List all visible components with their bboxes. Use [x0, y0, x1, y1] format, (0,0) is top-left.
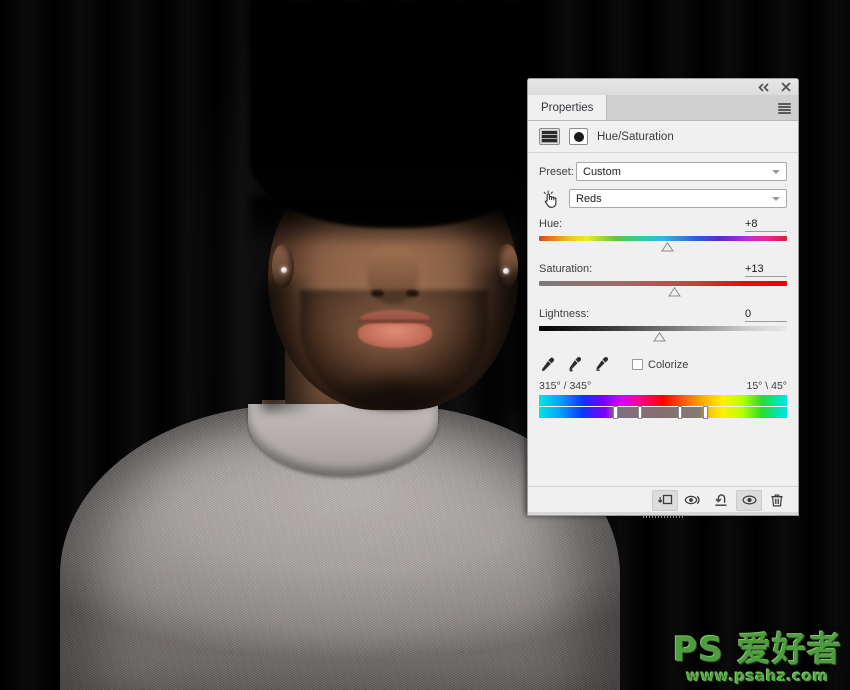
jaw-shadow-left	[262, 280, 316, 410]
mouth-line	[358, 320, 432, 323]
delete-trash-icon[interactable]	[764, 490, 790, 511]
eyedropper-plus-icon[interactable]	[566, 356, 583, 373]
earring-left	[281, 267, 287, 273]
lightness-gradient-track	[539, 326, 787, 331]
view-previous-state-icon[interactable]	[680, 490, 706, 511]
hair-and-forehead-shadow	[250, 0, 540, 228]
colorize-checkbox[interactable]: Colorize	[632, 359, 688, 371]
saturation-value[interactable]: +13	[745, 263, 787, 277]
watermark-title: PS 爱好者	[672, 630, 842, 670]
preset-select[interactable]: Custom	[576, 162, 787, 181]
tab-properties[interactable]: Properties	[528, 95, 608, 120]
saturation-label: Saturation:	[539, 263, 593, 275]
hamburger-menu-icon[interactable]	[778, 103, 791, 114]
channel-row: Reds	[539, 188, 787, 209]
adjustment-title: Hue/Saturation	[597, 130, 674, 143]
eyedropper-icon[interactable]	[539, 356, 556, 373]
hue-gradient-track	[539, 236, 787, 241]
toggle-visibility-eye-icon[interactable]	[736, 489, 762, 511]
adjustment-header: Hue/Saturation	[528, 121, 798, 153]
hue-slider-head: Hue: +8	[539, 218, 787, 232]
color-range-right: 15° \ 45°	[746, 380, 787, 392]
portrait-subject	[0, 0, 620, 690]
panel-body: Preset: Custom Reds Hue: +8 Saturation: …	[528, 153, 798, 486]
properties-panel: Properties Hue/Saturation Preset: Custom	[527, 78, 799, 518]
panel-bottom-edge	[527, 512, 799, 516]
hue-saturation-adjustment-icon	[539, 128, 560, 145]
range-handle-range-start[interactable]	[638, 406, 643, 419]
lightness-slider-head: Lightness: 0	[539, 308, 787, 322]
reset-icon[interactable]	[708, 490, 734, 511]
color-range-labels: 315° / 345° 15° \ 45°	[539, 380, 787, 392]
range-handle-fade-start[interactable]	[613, 406, 619, 419]
saturation-track-wrap[interactable]	[539, 281, 787, 299]
saturation-slider-head: Saturation: +13	[539, 263, 787, 277]
lightness-value[interactable]: 0	[745, 308, 787, 322]
preset-label: Preset:	[539, 165, 574, 178]
lightness-label: Lightness:	[539, 308, 590, 320]
watermark-url: www.psahz.com	[686, 667, 829, 685]
layer-mask-dot	[573, 131, 584, 142]
clip-to-layer-icon[interactable]	[652, 489, 678, 511]
adjustment-icon-bars	[542, 131, 557, 142]
hair-shadow-falloff	[250, 196, 540, 246]
saturation-gradient-track	[539, 281, 787, 286]
color-range-selection[interactable]	[615, 407, 701, 418]
close-icon[interactable]	[780, 81, 792, 93]
hue-slider-thumb[interactable]	[661, 242, 675, 252]
lightness-track-wrap[interactable]	[539, 326, 787, 344]
hue-value[interactable]: +8	[745, 218, 787, 232]
color-range-bars	[539, 395, 787, 419]
range-handle-range-end[interactable]	[677, 406, 682, 419]
color-range-overlay	[539, 406, 787, 419]
channel-select[interactable]: Reds	[569, 189, 787, 208]
panel-tab-strip: Properties	[528, 95, 798, 121]
on-image-adjustment-hand-icon[interactable]	[539, 188, 561, 209]
eyedropper-minus-icon[interactable]	[593, 356, 610, 373]
hue-track-wrap[interactable]	[539, 236, 787, 254]
range-handle-fade-end[interactable]	[702, 406, 708, 419]
layer-mask-icon[interactable]	[569, 128, 588, 145]
chevron-down-icon	[772, 169, 780, 174]
chin-shadow	[330, 368, 460, 416]
lightness-slider-block: Lightness: 0	[539, 308, 787, 344]
colorize-checkbox-box[interactable]	[632, 359, 643, 370]
preset-row: Preset: Custom	[539, 162, 787, 181]
earring-right	[503, 268, 509, 274]
lightness-slider-thumb[interactable]	[652, 332, 666, 342]
channel-value: Reds	[576, 192, 602, 205]
hue-label: Hue:	[539, 218, 563, 230]
chevron-down-icon	[772, 196, 780, 201]
colorize-label: Colorize	[648, 358, 689, 371]
color-range-left: 315° / 345°	[539, 380, 592, 392]
saturation-slider-block: Saturation: +13	[539, 263, 787, 299]
lower-lip	[358, 322, 432, 348]
panel-title-bar	[528, 79, 798, 96]
jaw-shadow-right	[466, 270, 528, 410]
hue-slider-block: Hue: +8	[539, 218, 787, 254]
panel-footer-toolbar	[528, 486, 798, 518]
eyedropper-row: Colorize	[539, 356, 787, 373]
collapse-to-icons-icon[interactable]	[758, 81, 770, 93]
site-watermark: PS 爱好者 www.psahz.com	[673, 633, 842, 684]
color-spectrum-bar-top	[539, 395, 787, 406]
saturation-slider-thumb[interactable]	[667, 287, 681, 297]
preset-value: Custom	[583, 165, 621, 178]
